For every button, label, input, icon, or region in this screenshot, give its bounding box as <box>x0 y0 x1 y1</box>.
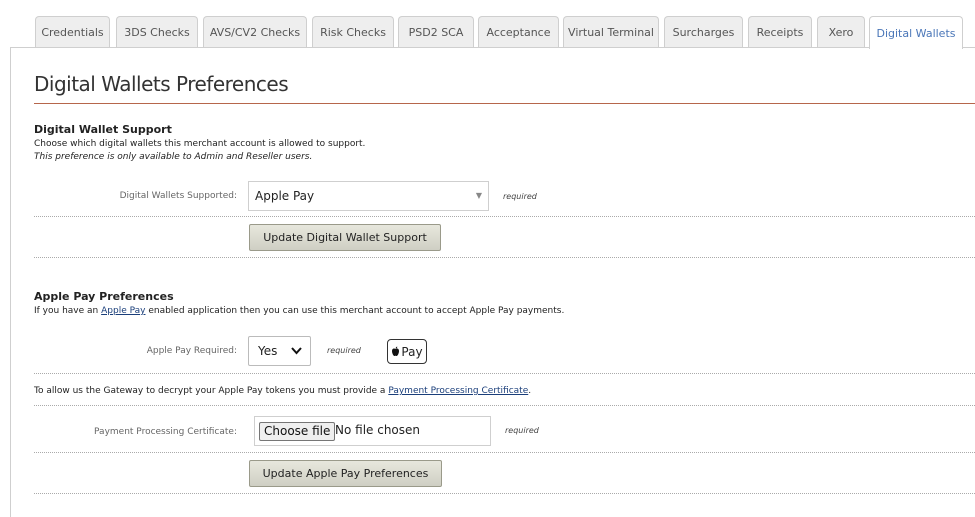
apple-pay-required-select[interactable]: Yes <box>248 336 311 366</box>
apple-pay-link[interactable]: Apple Pay <box>101 306 145 316</box>
apple-pay-required-label: Apple Pay Required: <box>146 346 237 356</box>
tab-credentials[interactable]: Credentials <box>35 16 110 47</box>
certificate-description: To allow us the Gateway to decrypt your … <box>34 386 531 396</box>
apple-pay-mark-text: Pay <box>401 344 423 359</box>
row-divider <box>34 405 975 406</box>
apple-pay-mark: Pay <box>387 339 427 364</box>
certificate-desc-text: To allow us the Gateway to decrypt your … <box>34 386 389 396</box>
tab-risk-checks[interactable]: Risk Checks <box>312 16 394 47</box>
tab-digital-wallets[interactable]: Digital Wallets <box>869 16 963 49</box>
page-title: Digital Wallets Preferences <box>34 72 289 96</box>
row-divider <box>34 216 975 217</box>
certificate-required-hint: required <box>505 426 539 435</box>
row-divider <box>34 493 975 494</box>
wallets-supported-select[interactable]: Apple Pay ▼ <box>248 181 489 211</box>
wallets-required-hint: required <box>503 192 537 201</box>
payment-processing-certificate-link[interactable]: Payment Processing Certificate <box>388 386 528 396</box>
wallet-support-description: Choose which digital wallets this mercha… <box>34 139 366 149</box>
wallet-support-note: This preference is only available to Adm… <box>34 152 313 162</box>
wallets-supported-value: Apple Pay <box>255 189 315 203</box>
content-panel <box>10 47 975 517</box>
apple-logo-icon <box>392 346 400 356</box>
tab-bar: Credentials 3DS Checks AVS/CV2 Checks Ri… <box>0 0 975 49</box>
tab-avs-cv2-checks[interactable]: AVS/CV2 Checks <box>203 16 307 47</box>
row-divider <box>34 257 975 258</box>
wallet-support-heading: Digital Wallet Support <box>34 123 172 136</box>
wallets-supported-label: Digital Wallets Supported: <box>119 191 237 201</box>
apple-pay-required-value: Yes <box>258 344 278 358</box>
apple-pay-desc-text-end: enabled application then you can use thi… <box>145 306 565 316</box>
apple-pay-description: If you have an Apple Pay enabled applica… <box>34 306 564 316</box>
tab-acceptance[interactable]: Acceptance <box>478 16 559 47</box>
apple-pay-required-hint: required <box>327 346 361 355</box>
title-divider <box>34 103 975 104</box>
apple-pay-heading: Apple Pay Preferences <box>34 290 174 303</box>
caret-down-icon: ▼ <box>475 191 482 200</box>
row-divider <box>34 373 975 374</box>
certificate-file-input[interactable]: Choose file No file chosen <box>254 416 491 446</box>
choose-file-button[interactable]: Choose file <box>259 422 336 441</box>
tab-psd2-sca[interactable]: PSD2 SCA <box>398 16 474 47</box>
tab-3ds-checks[interactable]: 3DS Checks <box>116 16 198 47</box>
file-status: No file chosen <box>335 423 421 437</box>
tab-receipts[interactable]: Receipts <box>748 16 812 47</box>
chevron-down-icon <box>291 347 302 355</box>
tab-surcharges[interactable]: Surcharges <box>664 16 743 47</box>
certificate-label: Payment Processing Certificate: <box>94 427 237 437</box>
apple-pay-desc-text: If you have an <box>34 306 102 316</box>
tab-xero[interactable]: Xero <box>817 16 865 47</box>
certificate-desc-end: . <box>528 386 532 396</box>
update-apple-pay-button[interactable]: Update Apple Pay Preferences <box>249 460 442 487</box>
row-divider <box>34 452 975 453</box>
tab-virtual-terminal[interactable]: Virtual Terminal <box>563 16 659 47</box>
update-wallet-support-button[interactable]: Update Digital Wallet Support <box>249 224 441 251</box>
